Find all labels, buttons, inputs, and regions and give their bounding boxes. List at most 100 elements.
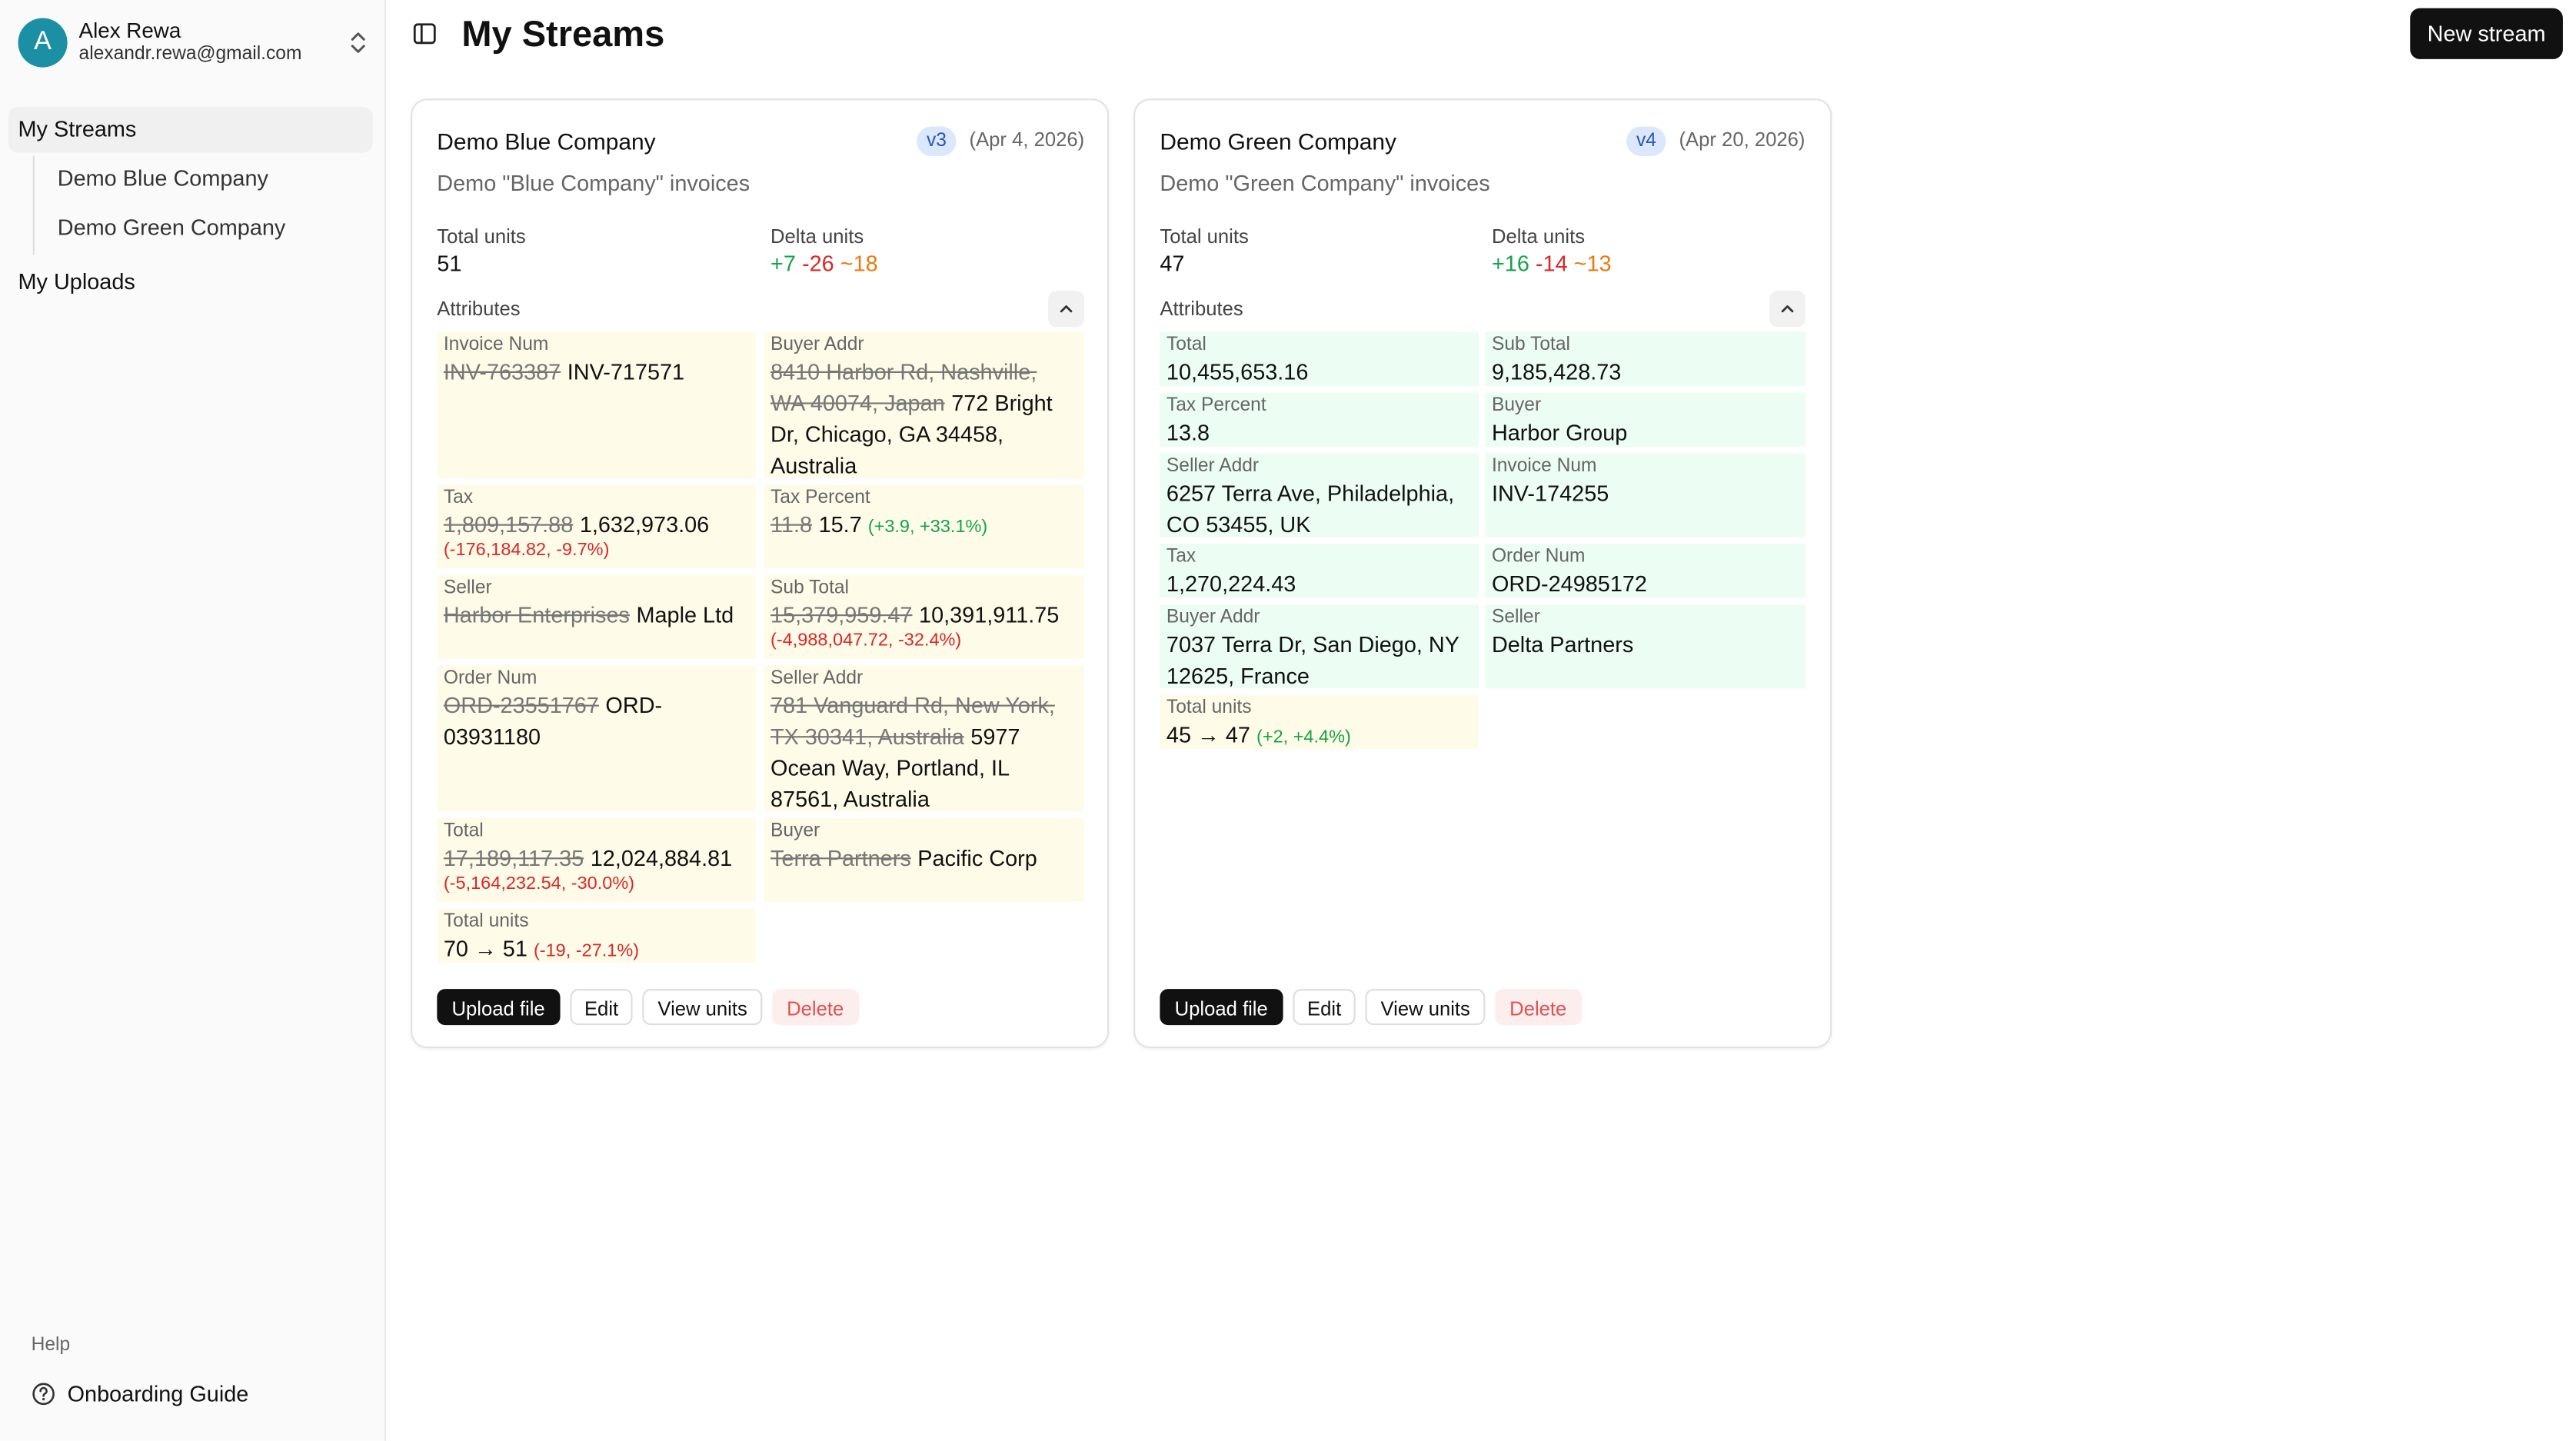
attr-old-value: Terra Partners	[770, 846, 911, 871]
view-units-button[interactable]: View units	[643, 989, 763, 1026]
attr-cell: Total 17,189,117.35 12,024,884.81 (-5,164…	[437, 817, 756, 902]
chevron-up-icon	[1781, 305, 1794, 313]
attr-value: Harbor Group	[1491, 420, 1628, 445]
sidebar-item-my-uploads[interactable]: My Uploads	[18, 266, 135, 299]
user-switcher[interactable]: A Alex Rewa alexandr.rewa@gmail.com	[18, 16, 370, 68]
attr-cell: Buyer Addr 8410 Harbor Rd, Nashville, WA…	[764, 331, 1085, 478]
attr-new-value: INV-717571	[567, 359, 685, 384]
delta-removed: -26	[801, 251, 834, 276]
attr-old-value: INV-763387	[443, 359, 561, 384]
collapse-attributes-button[interactable]	[1048, 291, 1085, 328]
sidebar-item-demo-blue-company[interactable]: Demo Blue Company	[58, 161, 268, 197]
delta-removed: -14	[1535, 251, 1568, 276]
version-badge: v4	[1626, 126, 1666, 156]
attr-label: Buyer Addr	[770, 334, 864, 355]
onboarding-guide-link[interactable]: Onboarding Guide	[32, 1381, 249, 1406]
new-stream-button[interactable]: New stream	[2410, 8, 2563, 59]
upload-file-button[interactable]: Upload file	[1160, 989, 1283, 1026]
attr-old-value: Harbor Enterprises	[443, 603, 630, 628]
attr-change: (-19, -27.1%)	[533, 941, 640, 961]
attr-cell: Seller Addr 6257 Terra Ave, Philadelphia…	[1160, 453, 1479, 537]
attr-old-value: 1,809,157.88	[443, 512, 574, 537]
total-units-value: 51	[437, 251, 462, 276]
card-actions: Upload file Edit View units Delete	[437, 989, 868, 1026]
delta-units-value: +16 -14 ~13	[1492, 251, 1612, 276]
card-title: Demo Blue Company	[437, 128, 656, 155]
attr-label: Seller Addr	[770, 668, 864, 689]
attr-cell: Total units 70 → 51 (-19, -27.1%)	[437, 908, 756, 963]
attr-cell: Tax 1,270,224.43	[1160, 544, 1479, 598]
attributes-label: Attributes	[437, 297, 521, 321]
chevron-up-down-icon[interactable]	[347, 29, 370, 55]
edit-button[interactable]: Edit	[1292, 989, 1356, 1026]
attributes-label: Attributes	[1160, 297, 1243, 321]
attr-value: Delta Partners	[1491, 632, 1634, 657]
attr-cell: Order Num ORD-24985172	[1485, 544, 1806, 598]
attr-label: Invoice Num	[1491, 456, 1597, 477]
attr-change: (-4,988,047.72, -32.4%)	[770, 631, 962, 651]
page-title: My Streams	[461, 13, 665, 55]
card-description: Demo "Blue Company" invoices	[437, 171, 751, 196]
sidebar-item-my-streams[interactable]: My Streams	[8, 106, 373, 153]
attr-new-value: 10,391,911.75	[919, 603, 1060, 628]
total-units-value: 47	[1160, 251, 1185, 276]
attr-value: 9,185,428.73	[1491, 359, 1622, 384]
attr-cell: Buyer Harbor Group	[1485, 392, 1806, 448]
attr-label: Buyer	[1491, 395, 1542, 416]
attr-value: INV-174255	[1491, 481, 1609, 507]
stream-card-blue: Demo Blue Company v3 (Apr 4, 2026) Demo …	[411, 98, 1110, 1049]
attr-label: Order Num	[443, 668, 537, 689]
attr-old-value: 17,189,117.35	[443, 846, 584, 871]
delta-changed: ~13	[1573, 251, 1612, 276]
attr-label: Seller	[443, 578, 492, 598]
attr-cell: Sub Total 9,185,428.73	[1485, 331, 1806, 387]
attr-label: Sub Total	[1491, 334, 1570, 355]
edit-button[interactable]: Edit	[569, 989, 634, 1026]
attr-value: 1,270,224.43	[1166, 571, 1296, 597]
attr-label: Order Num	[1491, 547, 1586, 567]
attr-label: Tax	[443, 488, 474, 508]
attr-label: Total units	[443, 911, 529, 932]
delete-button[interactable]: Delete	[1494, 989, 1582, 1026]
attr-cell: Buyer Terra Partners Pacific Corp	[764, 817, 1085, 902]
attr-new-value: 1,632,973.06	[579, 512, 710, 537]
upload-file-button[interactable]: Upload file	[437, 989, 560, 1026]
chevron-up-icon	[1060, 305, 1073, 313]
attr-change: (-176,184.82, -9.7%)	[443, 540, 610, 561]
attr-old-value: ORD-23551767	[443, 693, 599, 718]
attr-cell: Total 10,455,653.16	[1160, 331, 1479, 387]
attr-label: Total	[1166, 334, 1206, 355]
total-units-label: Total units	[437, 225, 526, 248]
user-email: alexandr.rewa@gmail.com	[78, 44, 302, 65]
collapse-attributes-button[interactable]	[1769, 291, 1806, 328]
delta-changed: ~18	[840, 251, 878, 276]
attr-cell: Invoice Num INV-763387 INV-717571	[437, 331, 756, 478]
card-description: Demo "Green Company" invoices	[1160, 171, 1490, 196]
attr-label: Buyer Addr	[1166, 607, 1260, 628]
attr-cell: Buyer Addr 7037 Terra Dr, San Diego, NY …	[1160, 604, 1479, 689]
attr-change: (-5,164,232.54, -30.0%)	[443, 874, 635, 894]
user-name: Alex Rewa	[78, 18, 181, 43]
sidebar-toggle-icon[interactable]	[412, 22, 437, 46]
attr-value: 7037 Terra Dr, San Diego, NY 12625, Fran…	[1166, 632, 1459, 689]
card-title: Demo Green Company	[1160, 128, 1396, 155]
delta-added: +7	[770, 251, 796, 276]
card-actions: Upload file Edit View units Delete	[1160, 989, 1591, 1026]
attr-new-value: 15.7	[818, 512, 862, 537]
attr-label: Sub Total	[770, 578, 850, 598]
attr-cell: Total units 45 → 47 (+2, +4.4%)	[1160, 694, 1479, 750]
attr-cell: Sub Total 15,379,959.47 10,391,911.75 (-4…	[764, 574, 1085, 659]
attr-label: Tax Percent	[1166, 395, 1266, 416]
delta-added: +16	[1491, 251, 1529, 276]
onboarding-guide-label: Onboarding Guide	[67, 1381, 249, 1406]
attr-label: Tax	[1166, 547, 1196, 567]
attr-new-value: 70 → 51	[443, 936, 528, 961]
delete-button[interactable]: Delete	[771, 989, 859, 1026]
attr-value: ORD-24985172	[1491, 571, 1647, 597]
attr-label: Total units	[1166, 698, 1252, 718]
sidebar-item-demo-green-company[interactable]: Demo Green Company	[58, 210, 286, 246]
attr-label: Seller	[1491, 607, 1540, 628]
attr-label: Invoice Num	[443, 334, 549, 355]
help-section-label: Help	[31, 1335, 71, 1356]
view-units-button[interactable]: View units	[1366, 989, 1486, 1026]
